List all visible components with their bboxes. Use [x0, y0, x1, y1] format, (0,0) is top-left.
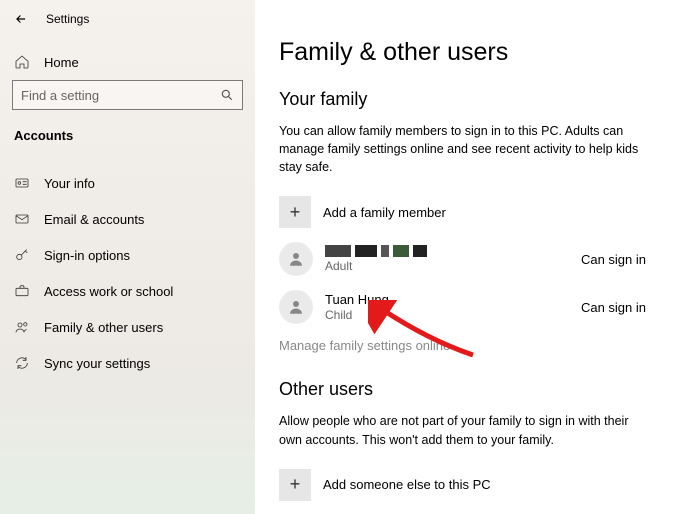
- sidebar-item-family-users[interactable]: Family & other users: [0, 309, 255, 345]
- member-role: Adult: [325, 259, 427, 273]
- other-desc: Allow people who are not part of your fa…: [279, 412, 639, 448]
- family-member-row[interactable]: Tuan Hung Child Can sign in: [279, 290, 646, 324]
- manage-family-link[interactable]: Manage family settings online: [279, 338, 646, 353]
- search-input[interactable]: [21, 88, 220, 103]
- main-content: Family & other users Your family You can…: [255, 0, 680, 514]
- add-family-member-button[interactable]: + Add a family member: [279, 196, 646, 228]
- mail-icon: [14, 211, 30, 227]
- search-box[interactable]: [12, 80, 243, 110]
- key-icon: [14, 247, 30, 263]
- member-status: Can sign in: [581, 300, 646, 315]
- sync-icon: [14, 355, 30, 371]
- family-desc: You can allow family members to sign in …: [279, 122, 639, 176]
- avatar: [279, 242, 313, 276]
- people-icon: [14, 319, 30, 335]
- sidebar-item-sync[interactable]: Sync your settings: [0, 345, 255, 381]
- add-other-label: Add someone else to this PC: [323, 477, 491, 492]
- sidebar-item-label: Family & other users: [44, 320, 163, 335]
- family-member-row[interactable]: Adult Can sign in: [279, 242, 646, 276]
- avatar: [279, 290, 313, 324]
- sidebar-item-label: Your info: [44, 176, 95, 191]
- sidebar-item-home[interactable]: Home: [0, 44, 255, 80]
- sidebar-item-label: Sign-in options: [44, 248, 130, 263]
- page-title: Family & other users: [279, 38, 646, 67]
- family-header: Your family: [279, 89, 646, 110]
- member-status: Can sign in: [581, 252, 646, 267]
- member-role: Child: [325, 308, 389, 322]
- id-card-icon: [14, 175, 30, 191]
- sidebar-item-label: Access work or school: [44, 284, 173, 299]
- back-icon[interactable]: [12, 10, 30, 28]
- search-wrap: [0, 80, 255, 120]
- header-row: Settings: [0, 6, 255, 38]
- briefcase-icon: [14, 283, 30, 299]
- plus-icon: +: [279, 469, 311, 501]
- plus-icon: +: [279, 196, 311, 228]
- other-header: Other users: [279, 379, 646, 400]
- sidebar-item-label: Email & accounts: [44, 212, 144, 227]
- add-other-user-button[interactable]: + Add someone else to this PC: [279, 469, 646, 501]
- sidebar-item-access-work-school[interactable]: Access work or school: [0, 273, 255, 309]
- sidebar-item-label: Home: [44, 55, 79, 70]
- home-icon: [14, 54, 30, 70]
- search-icon: [220, 88, 234, 102]
- sidebar-item-label: Sync your settings: [44, 356, 150, 371]
- sidebar-item-email-accounts[interactable]: Email & accounts: [0, 201, 255, 237]
- sidebar-item-your-info[interactable]: Your info: [0, 165, 255, 201]
- app-title: Settings: [46, 12, 89, 26]
- sidebar-section-title: Accounts: [0, 120, 255, 147]
- member-name-redacted: [325, 245, 427, 257]
- member-name: Tuan Hung: [325, 292, 389, 307]
- sidebar-item-signin-options[interactable]: Sign-in options: [0, 237, 255, 273]
- add-family-label: Add a family member: [323, 205, 446, 220]
- sidebar: Settings Home Accounts Your info Email &…: [0, 0, 255, 514]
